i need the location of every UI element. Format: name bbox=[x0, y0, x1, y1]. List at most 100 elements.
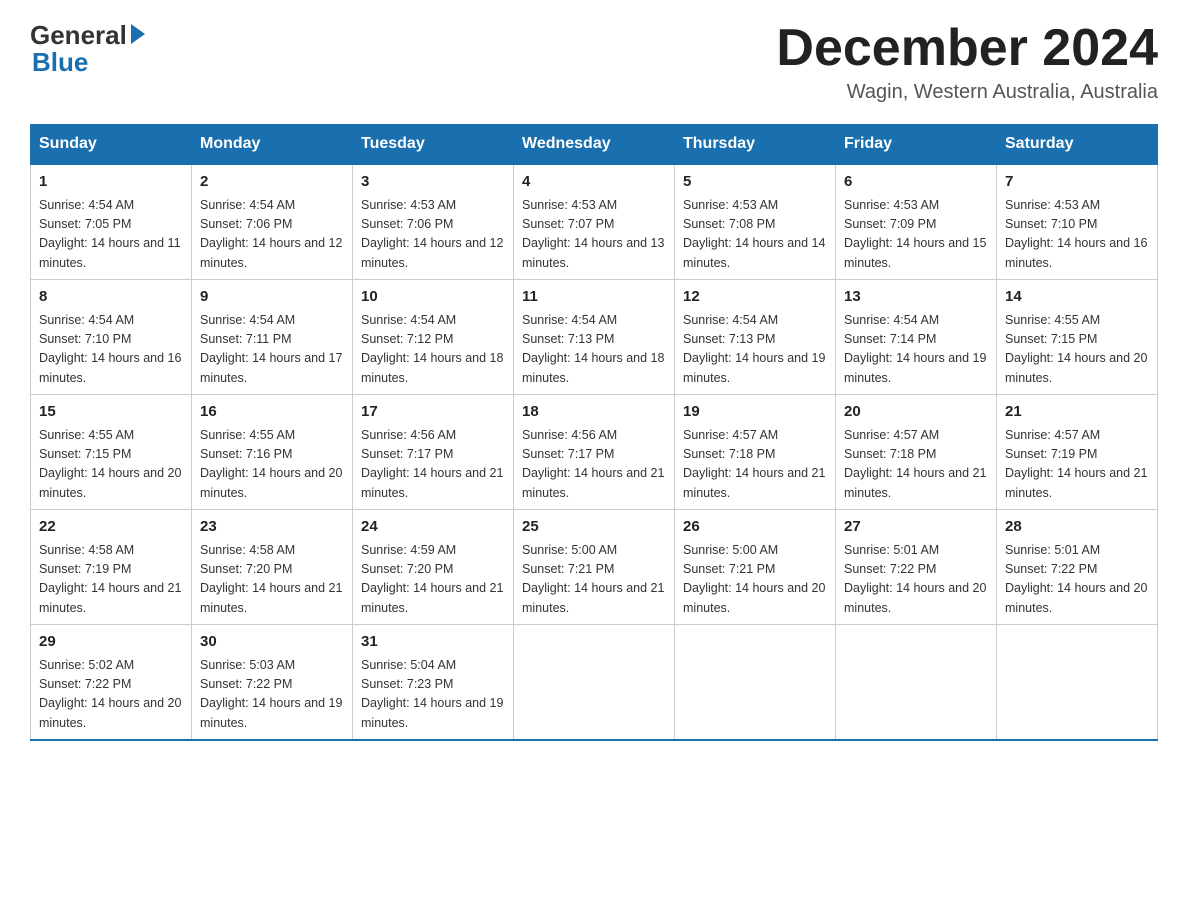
calendar-cell: 17Sunrise: 4:56 AMSunset: 7:17 PMDayligh… bbox=[353, 395, 514, 510]
day-info: Sunrise: 4:55 AMSunset: 7:16 PMDaylight:… bbox=[200, 426, 344, 504]
calendar-cell: 12Sunrise: 4:54 AMSunset: 7:13 PMDayligh… bbox=[675, 280, 836, 395]
calendar-cell: 13Sunrise: 4:54 AMSunset: 7:14 PMDayligh… bbox=[836, 280, 997, 395]
day-number: 26 bbox=[683, 516, 827, 539]
day-number: 20 bbox=[844, 401, 988, 424]
day-number: 25 bbox=[522, 516, 666, 539]
day-info: Sunrise: 4:54 AMSunset: 7:14 PMDaylight:… bbox=[844, 311, 988, 389]
day-info: Sunrise: 5:00 AMSunset: 7:21 PMDaylight:… bbox=[683, 541, 827, 619]
day-number: 18 bbox=[522, 401, 666, 424]
col-header-friday: Friday bbox=[836, 125, 997, 165]
calendar-cell: 9Sunrise: 4:54 AMSunset: 7:11 PMDaylight… bbox=[192, 280, 353, 395]
day-info: Sunrise: 5:01 AMSunset: 7:22 PMDaylight:… bbox=[844, 541, 988, 619]
calendar-cell: 11Sunrise: 4:54 AMSunset: 7:13 PMDayligh… bbox=[514, 280, 675, 395]
day-info: Sunrise: 4:54 AMSunset: 7:13 PMDaylight:… bbox=[522, 311, 666, 389]
day-info: Sunrise: 4:57 AMSunset: 7:18 PMDaylight:… bbox=[844, 426, 988, 504]
col-header-wednesday: Wednesday bbox=[514, 125, 675, 165]
calendar-cell: 8Sunrise: 4:54 AMSunset: 7:10 PMDaylight… bbox=[31, 280, 192, 395]
day-number: 27 bbox=[844, 516, 988, 539]
col-header-thursday: Thursday bbox=[675, 125, 836, 165]
calendar-week-row: 8Sunrise: 4:54 AMSunset: 7:10 PMDaylight… bbox=[31, 280, 1158, 395]
calendar-cell: 2Sunrise: 4:54 AMSunset: 7:06 PMDaylight… bbox=[192, 164, 353, 280]
day-info: Sunrise: 4:55 AMSunset: 7:15 PMDaylight:… bbox=[39, 426, 183, 504]
day-number: 2 bbox=[200, 171, 344, 194]
day-number: 17 bbox=[361, 401, 505, 424]
day-info: Sunrise: 4:54 AMSunset: 7:12 PMDaylight:… bbox=[361, 311, 505, 389]
calendar-cell: 25Sunrise: 5:00 AMSunset: 7:21 PMDayligh… bbox=[514, 510, 675, 625]
page-header: General Blue December 2024 Wagin, Wester… bbox=[30, 20, 1158, 104]
day-info: Sunrise: 4:54 AMSunset: 7:10 PMDaylight:… bbox=[39, 311, 183, 389]
calendar-cell: 6Sunrise: 4:53 AMSunset: 7:09 PMDaylight… bbox=[836, 164, 997, 280]
day-number: 22 bbox=[39, 516, 183, 539]
day-number: 9 bbox=[200, 286, 344, 309]
calendar-cell bbox=[675, 625, 836, 741]
col-header-tuesday: Tuesday bbox=[353, 125, 514, 165]
day-info: Sunrise: 4:56 AMSunset: 7:17 PMDaylight:… bbox=[361, 426, 505, 504]
calendar-cell: 23Sunrise: 4:58 AMSunset: 7:20 PMDayligh… bbox=[192, 510, 353, 625]
calendar-cell: 29Sunrise: 5:02 AMSunset: 7:22 PMDayligh… bbox=[31, 625, 192, 741]
calendar-cell: 14Sunrise: 4:55 AMSunset: 7:15 PMDayligh… bbox=[997, 280, 1158, 395]
day-number: 16 bbox=[200, 401, 344, 424]
calendar-cell: 24Sunrise: 4:59 AMSunset: 7:20 PMDayligh… bbox=[353, 510, 514, 625]
day-info: Sunrise: 5:03 AMSunset: 7:22 PMDaylight:… bbox=[200, 656, 344, 734]
calendar-header-row: SundayMondayTuesdayWednesdayThursdayFrid… bbox=[31, 125, 1158, 165]
calendar-cell bbox=[836, 625, 997, 741]
day-info: Sunrise: 4:53 AMSunset: 7:10 PMDaylight:… bbox=[1005, 196, 1149, 274]
day-info: Sunrise: 4:54 AMSunset: 7:11 PMDaylight:… bbox=[200, 311, 344, 389]
day-info: Sunrise: 4:58 AMSunset: 7:20 PMDaylight:… bbox=[200, 541, 344, 619]
logo-triangle-icon bbox=[131, 24, 145, 44]
day-number: 12 bbox=[683, 286, 827, 309]
day-number: 4 bbox=[522, 171, 666, 194]
calendar-cell: 19Sunrise: 4:57 AMSunset: 7:18 PMDayligh… bbox=[675, 395, 836, 510]
day-info: Sunrise: 5:01 AMSunset: 7:22 PMDaylight:… bbox=[1005, 541, 1149, 619]
day-number: 29 bbox=[39, 631, 183, 654]
calendar-cell: 28Sunrise: 5:01 AMSunset: 7:22 PMDayligh… bbox=[997, 510, 1158, 625]
calendar-table: SundayMondayTuesdayWednesdayThursdayFrid… bbox=[30, 124, 1158, 741]
calendar-cell: 5Sunrise: 4:53 AMSunset: 7:08 PMDaylight… bbox=[675, 164, 836, 280]
calendar-cell: 16Sunrise: 4:55 AMSunset: 7:16 PMDayligh… bbox=[192, 395, 353, 510]
day-info: Sunrise: 5:00 AMSunset: 7:21 PMDaylight:… bbox=[522, 541, 666, 619]
col-header-sunday: Sunday bbox=[31, 125, 192, 165]
day-info: Sunrise: 5:02 AMSunset: 7:22 PMDaylight:… bbox=[39, 656, 183, 734]
calendar-cell bbox=[997, 625, 1158, 741]
day-number: 13 bbox=[844, 286, 988, 309]
col-header-monday: Monday bbox=[192, 125, 353, 165]
day-info: Sunrise: 4:59 AMSunset: 7:20 PMDaylight:… bbox=[361, 541, 505, 619]
day-number: 23 bbox=[200, 516, 344, 539]
calendar-cell: 7Sunrise: 4:53 AMSunset: 7:10 PMDaylight… bbox=[997, 164, 1158, 280]
day-number: 21 bbox=[1005, 401, 1149, 424]
day-number: 31 bbox=[361, 631, 505, 654]
calendar-cell: 4Sunrise: 4:53 AMSunset: 7:07 PMDaylight… bbox=[514, 164, 675, 280]
day-number: 28 bbox=[1005, 516, 1149, 539]
day-info: Sunrise: 4:54 AMSunset: 7:05 PMDaylight:… bbox=[39, 196, 183, 274]
calendar-week-row: 15Sunrise: 4:55 AMSunset: 7:15 PMDayligh… bbox=[31, 395, 1158, 510]
location-text: Wagin, Western Australia, Australia bbox=[776, 81, 1158, 104]
calendar-cell: 18Sunrise: 4:56 AMSunset: 7:17 PMDayligh… bbox=[514, 395, 675, 510]
calendar-cell: 22Sunrise: 4:58 AMSunset: 7:19 PMDayligh… bbox=[31, 510, 192, 625]
calendar-cell: 30Sunrise: 5:03 AMSunset: 7:22 PMDayligh… bbox=[192, 625, 353, 741]
day-info: Sunrise: 4:56 AMSunset: 7:17 PMDaylight:… bbox=[522, 426, 666, 504]
day-number: 15 bbox=[39, 401, 183, 424]
calendar-week-row: 1Sunrise: 4:54 AMSunset: 7:05 PMDaylight… bbox=[31, 164, 1158, 280]
day-info: Sunrise: 4:58 AMSunset: 7:19 PMDaylight:… bbox=[39, 541, 183, 619]
calendar-cell: 20Sunrise: 4:57 AMSunset: 7:18 PMDayligh… bbox=[836, 395, 997, 510]
day-info: Sunrise: 4:55 AMSunset: 7:15 PMDaylight:… bbox=[1005, 311, 1149, 389]
day-number: 3 bbox=[361, 171, 505, 194]
calendar-cell: 31Sunrise: 5:04 AMSunset: 7:23 PMDayligh… bbox=[353, 625, 514, 741]
day-number: 1 bbox=[39, 171, 183, 194]
day-info: Sunrise: 4:53 AMSunset: 7:09 PMDaylight:… bbox=[844, 196, 988, 274]
day-info: Sunrise: 4:54 AMSunset: 7:13 PMDaylight:… bbox=[683, 311, 827, 389]
day-number: 5 bbox=[683, 171, 827, 194]
calendar-cell: 21Sunrise: 4:57 AMSunset: 7:19 PMDayligh… bbox=[997, 395, 1158, 510]
day-info: Sunrise: 4:57 AMSunset: 7:19 PMDaylight:… bbox=[1005, 426, 1149, 504]
calendar-cell: 15Sunrise: 4:55 AMSunset: 7:15 PMDayligh… bbox=[31, 395, 192, 510]
logo: General Blue bbox=[30, 20, 145, 78]
day-number: 7 bbox=[1005, 171, 1149, 194]
day-number: 8 bbox=[39, 286, 183, 309]
calendar-week-row: 22Sunrise: 4:58 AMSunset: 7:19 PMDayligh… bbox=[31, 510, 1158, 625]
calendar-cell: 27Sunrise: 5:01 AMSunset: 7:22 PMDayligh… bbox=[836, 510, 997, 625]
day-info: Sunrise: 4:53 AMSunset: 7:07 PMDaylight:… bbox=[522, 196, 666, 274]
calendar-cell: 10Sunrise: 4:54 AMSunset: 7:12 PMDayligh… bbox=[353, 280, 514, 395]
col-header-saturday: Saturday bbox=[997, 125, 1158, 165]
calendar-cell bbox=[514, 625, 675, 741]
day-number: 30 bbox=[200, 631, 344, 654]
